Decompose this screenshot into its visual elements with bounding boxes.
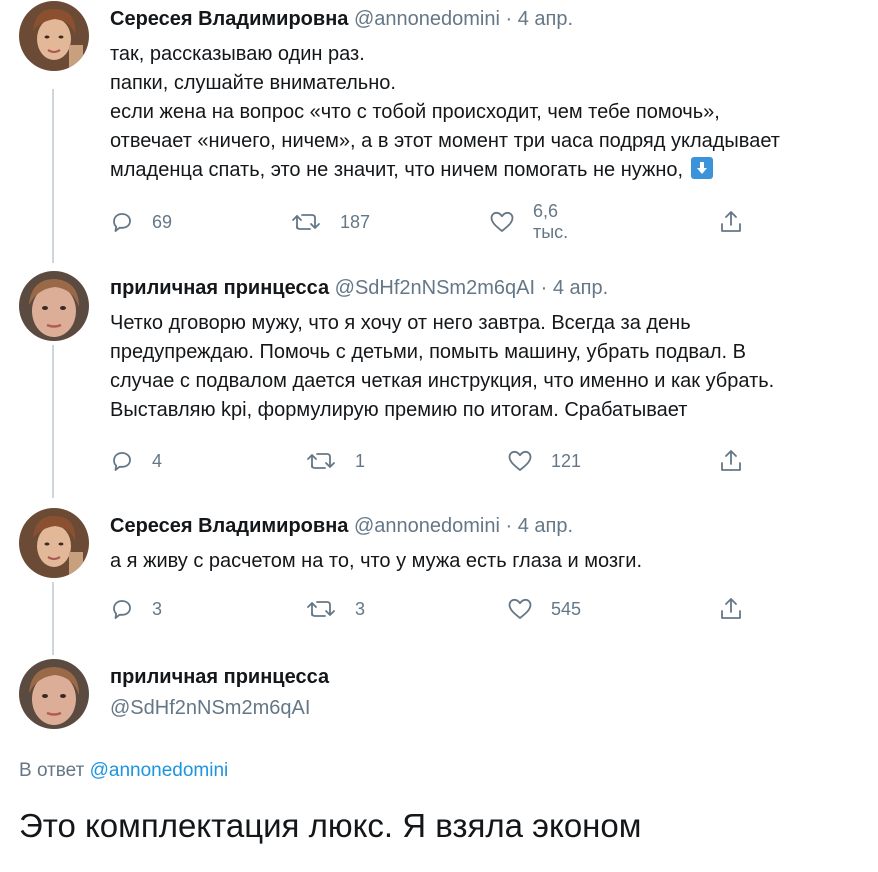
share-button[interactable] (719, 447, 743, 475)
tweet-header: Сересея Владимировна @annonedomini · 4 а… (110, 7, 573, 31)
tweet-text-line: Четко дговорю мужу, что я хочу от него з… (110, 312, 691, 334)
tweet-text-line: предупреждаю. Помочь с детьми, помыть ма… (110, 341, 746, 363)
tweet-text-line: папки, слушайте внимательно. (110, 72, 396, 94)
tweet-text-line: а я живу с расчетом на то, что у мужа ес… (110, 550, 643, 572)
thread-line (52, 345, 54, 498)
reply-count: 69 (152, 211, 173, 232)
tweet-text: а я живу с расчетом на то, что у мужа ес… (110, 547, 860, 576)
retweet-count: 3 (355, 598, 366, 619)
tweet-text-line: младенца спать, это не значит, что ничем… (110, 156, 860, 185)
tweet-header: приличная принцесса @SdHf2nNSm2m6qAI · 4… (110, 276, 608, 300)
retweet-count: 187 (340, 211, 371, 232)
retweet-count: 1 (355, 450, 366, 471)
tweet-text: так, рассказываю один раз. папки, слушай… (110, 40, 860, 185)
tweet-text-line: отвечает «ничего, ничем», а в этот момен… (110, 130, 780, 152)
tweet-header: Сересея Владимировна @annonedomini · 4 а… (110, 514, 573, 538)
avatar[interactable] (19, 508, 89, 578)
share-icon (719, 596, 743, 622)
reply-icon (110, 449, 134, 473)
tweet-date[interactable]: 4 апр. (553, 277, 608, 299)
reply-icon (110, 210, 134, 234)
share-button[interactable] (719, 208, 743, 236)
tweet-text-line: случае с подвалом дается четкая инструкц… (110, 370, 775, 392)
retweet-button[interactable]: 187 (290, 208, 370, 236)
avatar[interactable] (19, 659, 89, 729)
reply-icon (110, 597, 134, 621)
like-icon (507, 597, 533, 621)
like-button[interactable]: 545 (507, 595, 581, 623)
like-count: 6,6 тыс. (533, 201, 569, 242)
retweet-icon (305, 597, 337, 621)
main-tweet-text: Это комплектация люкс. Я взяла эконом (19, 807, 642, 844)
tweet-text-line: так, рассказываю один раз. (110, 43, 365, 65)
reply-count: 4 (152, 450, 163, 471)
reply-prefix: В ответ (19, 760, 85, 781)
avatar[interactable] (19, 271, 89, 341)
separator: · (505, 515, 513, 537)
display-name[interactable]: приличная принцесса (110, 666, 329, 689)
down-arrow-emoji (690, 157, 713, 179)
like-button[interactable]: 121 (507, 447, 581, 475)
separator: · (540, 277, 548, 299)
reply-context: В ответ @annonedomini (19, 760, 228, 782)
tweet-text-line: если жена на вопрос «что с тобой происхо… (110, 101, 720, 123)
like-count: 545 (551, 598, 582, 619)
reply-count: 3 (152, 598, 163, 619)
like-button[interactable]: 6,6 тыс. (489, 201, 568, 242)
user-handle[interactable]: @SdHf2nNSm2m6qAI (110, 697, 310, 720)
user-handle[interactable]: @SdHf2nNSm2m6qAI (335, 277, 535, 299)
reply-button[interactable]: 4 (110, 447, 162, 475)
tweet-text-line: Выставляю kpi, формулирую премию по итог… (110, 399, 688, 421)
share-icon (719, 209, 743, 235)
share-button[interactable] (719, 595, 743, 623)
retweet-button[interactable]: 3 (305, 595, 365, 623)
retweet-button[interactable]: 1 (305, 447, 365, 475)
like-icon (507, 449, 533, 473)
thread-line (52, 89, 54, 263)
retweet-icon (305, 449, 337, 473)
display-name[interactable]: Сересея Владимировна (110, 515, 348, 537)
display-name[interactable]: приличная принцесса (110, 277, 329, 299)
tweet-text: Четко дговорю мужу, что я хочу от него з… (110, 309, 860, 425)
reply-button[interactable]: 3 (110, 595, 162, 623)
user-handle[interactable]: @annonedomini (354, 8, 500, 30)
like-count: 121 (551, 450, 582, 471)
reply-mention-link[interactable]: @annonedomini (90, 760, 229, 781)
thread-line (52, 582, 54, 655)
separator: · (505, 8, 513, 30)
display-name[interactable]: Сересея Владимировна (110, 8, 348, 30)
tweet-date[interactable]: 4 апр. (518, 8, 573, 30)
like-icon (489, 210, 515, 234)
tweet-date[interactable]: 4 апр. (518, 515, 573, 537)
tweet-text-fragment: младенца спать, это не значит, что ничем… (110, 159, 684, 181)
user-handle[interactable]: @annonedomini (354, 515, 500, 537)
avatar[interactable] (19, 1, 89, 71)
share-icon (719, 448, 743, 474)
reply-button[interactable]: 69 (110, 208, 172, 236)
retweet-icon (290, 210, 322, 234)
